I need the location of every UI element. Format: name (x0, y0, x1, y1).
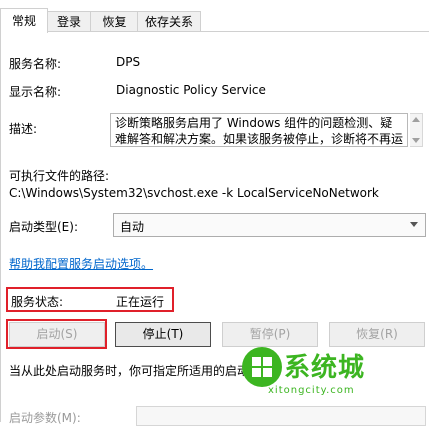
exe-path-value: C:\Windows\System32\svchost.exe -k Local… (9, 186, 379, 200)
service-name-value: DPS (116, 55, 141, 69)
startup-type-select[interactable]: 自动 (113, 213, 426, 237)
exe-path-label: 可执行文件的路径: (9, 169, 110, 183)
xitongcity-watermark: 系统城 xitongcity.com (240, 345, 380, 401)
description-line-1: 诊断策略服务启用了 Windows 组件的问题检测、疑 (115, 116, 393, 130)
service-name-label: 服务名称: (9, 57, 62, 71)
tab-recovery[interactable]: 恢复 (90, 11, 139, 32)
pause-button[interactable]: 暂停(P) (222, 322, 318, 347)
tab-logon[interactable]: 登录 (46, 11, 92, 32)
scroll-down-icon[interactable] (412, 138, 420, 143)
service-status-value: 正在运行 (116, 295, 165, 309)
description-scrollbar[interactable] (410, 113, 423, 147)
startup-type-value: 自动 (120, 220, 145, 234)
tab-divider (0, 31, 429, 32)
description-line-2: 难解答和解决方案。如果该服务被停止，诊断将不再运 (115, 132, 404, 146)
tab-dependencies[interactable]: 依存关系 (137, 11, 201, 32)
start-params-hint: 当从此处启动服务时，你可指定所适用的启动 (9, 364, 250, 378)
tab-general[interactable]: 常规 (0, 8, 48, 33)
watermark-domain: xitongcity.com (268, 385, 355, 396)
panel-border (0, 32, 1, 422)
start-params-label: 启动参数(M): (9, 411, 81, 425)
start-params-input[interactable] (136, 406, 426, 426)
watermark-brand: 系统城 (284, 353, 366, 383)
service-status-label: 服务状态: (11, 295, 64, 309)
display-name-label: 显示名称: (9, 85, 62, 99)
chevron-down-icon (410, 222, 418, 227)
startup-type-label: 启动类型(E): (9, 220, 78, 234)
description-textbox[interactable]: 诊断策略服务启用了 Windows 组件的问题检测、疑 难解答和解决方案。如果该… (110, 113, 408, 147)
description-label: 描述: (9, 122, 38, 136)
display-name-value: Diagnostic Policy Service (116, 83, 266, 97)
scroll-up-icon[interactable] (412, 117, 420, 122)
start-button[interactable]: 启动(S) (9, 322, 105, 347)
tab-strip: 常规 登录 恢复 依存关系 (0, 0, 429, 33)
stop-button[interactable]: 停止(T) (115, 322, 211, 347)
resume-button[interactable]: 恢复(R) (329, 322, 425, 347)
help-configure-startup-link[interactable]: 帮助我配置服务启动选项。 (9, 255, 153, 272)
